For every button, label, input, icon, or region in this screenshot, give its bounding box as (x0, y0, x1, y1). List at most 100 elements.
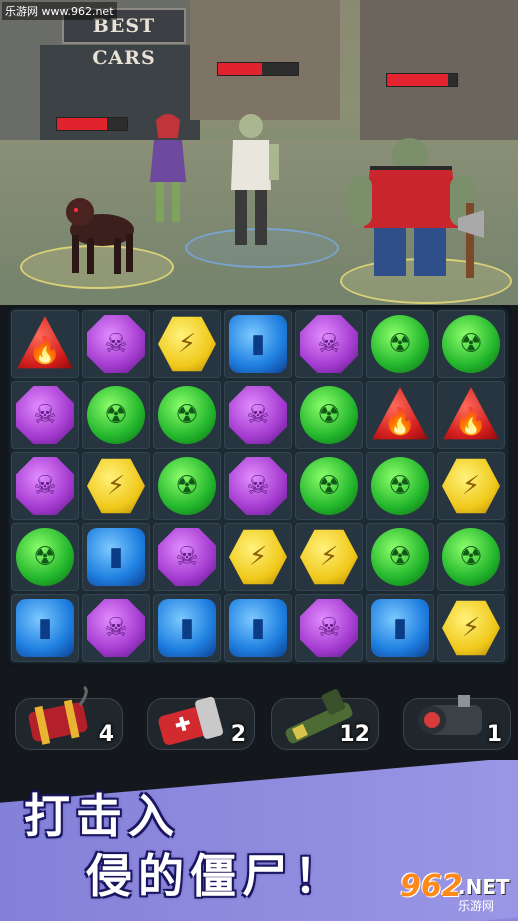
fire-icon[interactable]: 🔥 (17, 316, 73, 369)
board-cell[interactable]: ⚡ (295, 523, 363, 591)
enemy-health-bar-dog (56, 117, 128, 131)
promo-banner: 打击入 侵的僵尸！ 962 .NET 乐游网 (0, 760, 518, 921)
board-cell[interactable]: ☢ (295, 452, 363, 520)
radiation-icon[interactable]: ☢ (300, 457, 358, 515)
board-cell[interactable]: ▮ (224, 594, 292, 662)
board-cell[interactable]: ⚡ (153, 310, 221, 378)
skull-icon[interactable]: ☠ (16, 457, 74, 515)
item-count: 12 (339, 722, 370, 747)
board-cell[interactable]: ⚡ (437, 594, 505, 662)
skull-icon[interactable]: ☠ (229, 457, 287, 515)
fire-icon[interactable]: 🔥 (372, 387, 428, 440)
board-cell[interactable]: ☠ (11, 452, 79, 520)
bullet-icon[interactable]: ▮ (16, 599, 74, 657)
radiation-icon[interactable]: ☢ (371, 315, 429, 373)
board-cell[interactable]: 🔥 (366, 381, 434, 449)
turret-icon (418, 695, 482, 735)
item-slot-grenade-launcher[interactable]: 12 (271, 689, 379, 750)
board-cell[interactable]: ☢ (295, 381, 363, 449)
bullet-icon[interactable]: ▮ (229, 315, 287, 373)
board-cell[interactable]: ☢ (82, 381, 150, 449)
skull-icon[interactable]: ☠ (87, 315, 145, 373)
bullet-icon[interactable]: ▮ (158, 599, 216, 657)
match3-board: 🔥 ☠ ⚡ ▮ ☠ ☢ ☢ ☠ ☢ ☢ ☠ ☢ 🔥 🔥 ☠ ⚡ ☢ ☠ ☢ ☢ ⚡ ☢ ▮ ☠ ⚡ ⚡ ☢ ☢ ▮ ☠ ▮ ▮ ☠ ▮ ⚡ (7, 306, 511, 666)
bullet-icon[interactable]: ▮ (371, 599, 429, 657)
board-cell[interactable]: ▮ (82, 523, 150, 591)
fire-icon[interactable]: 🔥 (443, 387, 499, 440)
board-cell[interactable]: ▮ (224, 310, 292, 378)
lightning-icon[interactable]: ⚡ (229, 529, 287, 585)
zombie-man-enemy[interactable] (215, 110, 285, 250)
bullet-icon[interactable]: ▮ (229, 599, 287, 657)
promo-headline-line1: 打击入 (24, 789, 180, 843)
lightning-icon[interactable]: ⚡ (158, 316, 216, 372)
board-cell[interactable]: 🔥 (437, 381, 505, 449)
board-cell[interactable]: ☠ (224, 381, 292, 449)
lightning-icon[interactable]: ⚡ (87, 458, 145, 514)
logo-number: 962 (400, 869, 463, 904)
radiation-icon[interactable]: ☢ (158, 457, 216, 515)
board-cell[interactable]: ⚡ (82, 452, 150, 520)
board-cell[interactable]: ☢ (366, 310, 434, 378)
item-slot-dynamite[interactable]: 4 (15, 685, 123, 750)
enemy-health-bar-brute (386, 73, 458, 87)
site-logo: 962 .NET 乐游网 (400, 869, 512, 915)
skull-icon[interactable]: ☠ (16, 386, 74, 444)
board-cell[interactable]: ☢ (437, 523, 505, 591)
board-cell[interactable]: ☢ (366, 523, 434, 591)
enemy-health-bar-zombies (217, 62, 299, 76)
gem-grid: 🔥 ☠ ⚡ ▮ ☠ ☢ ☢ ☠ ☢ ☢ ☠ ☢ 🔥 🔥 ☠ ⚡ ☢ ☠ ☢ ☢ ⚡ ☢ ▮ ☠ ⚡ ⚡ ☢ ☢ ▮ ☠ ▮ ▮ ☠ ▮ ⚡ (11, 310, 505, 662)
skull-icon[interactable]: ☠ (87, 599, 145, 657)
board-cell[interactable]: ☢ (153, 381, 221, 449)
medkit-icon (158, 696, 223, 745)
radiation-icon[interactable]: ☢ (300, 386, 358, 444)
board-cell[interactable]: ☠ (11, 381, 79, 449)
board-cell[interactable]: ☠ (82, 594, 150, 662)
site-watermark: 乐游网 www.962.net (2, 2, 117, 20)
item-slot-turret[interactable]: 1 (403, 695, 511, 750)
lightning-icon[interactable]: ⚡ (442, 458, 500, 514)
skull-icon[interactable]: ☠ (300, 599, 358, 657)
radiation-icon[interactable]: ☢ (16, 528, 74, 586)
lightning-icon[interactable]: ⚡ (442, 600, 500, 656)
lightning-icon[interactable]: ⚡ (300, 529, 358, 585)
board-cell[interactable]: ☠ (82, 310, 150, 378)
board-cell[interactable]: ☢ (153, 452, 221, 520)
radiation-icon[interactable]: ☢ (442, 528, 500, 586)
radiation-icon[interactable]: ☢ (442, 315, 500, 373)
board-cell[interactable]: ☠ (295, 594, 363, 662)
promo-headline-line2: 侵的僵尸！ (86, 849, 346, 903)
skull-icon[interactable]: ☠ (300, 315, 358, 373)
zombie-woman-enemy[interactable] (138, 112, 198, 232)
board-cell[interactable]: ⚡ (224, 523, 292, 591)
skull-icon[interactable]: ☠ (158, 528, 216, 586)
dynamite-icon (28, 685, 88, 745)
item-count: 4 (98, 722, 114, 747)
logo-suffix: .NET (458, 875, 510, 899)
board-cell[interactable]: ☠ (224, 452, 292, 520)
brute-lumberjack-enemy[interactable] (340, 118, 490, 283)
radiation-icon[interactable]: ☢ (87, 386, 145, 444)
battle-scene: 乐游网 www.962.net BEST CARS (0, 0, 518, 305)
board-cell[interactable]: ⚡ (437, 452, 505, 520)
board-cell[interactable]: ☠ (153, 523, 221, 591)
board-cell[interactable]: ▮ (153, 594, 221, 662)
item-slot-medkit[interactable]: 2 (147, 696, 255, 750)
board-cell[interactable]: ☢ (437, 310, 505, 378)
board-cell[interactable]: ☢ (366, 452, 434, 520)
item-bar: 4 2 12 1 (0, 685, 518, 756)
radiation-icon[interactable]: ☢ (158, 386, 216, 444)
logo-cn: 乐游网 (458, 899, 495, 913)
zombie-dog-enemy[interactable] (52, 190, 152, 280)
radiation-icon[interactable]: ☢ (371, 528, 429, 586)
item-count: 2 (230, 722, 246, 747)
item-count: 1 (486, 722, 502, 747)
skull-icon[interactable]: ☠ (229, 386, 287, 444)
radiation-icon[interactable]: ☢ (371, 457, 429, 515)
bullet-icon[interactable]: ▮ (87, 528, 145, 586)
board-cell[interactable]: ▮ (11, 594, 79, 662)
board-cell[interactable]: ▮ (366, 594, 434, 662)
board-cell[interactable]: ☢ (11, 523, 79, 591)
board-cell[interactable]: 🔥 (11, 310, 79, 378)
board-cell[interactable]: ☠ (295, 310, 363, 378)
